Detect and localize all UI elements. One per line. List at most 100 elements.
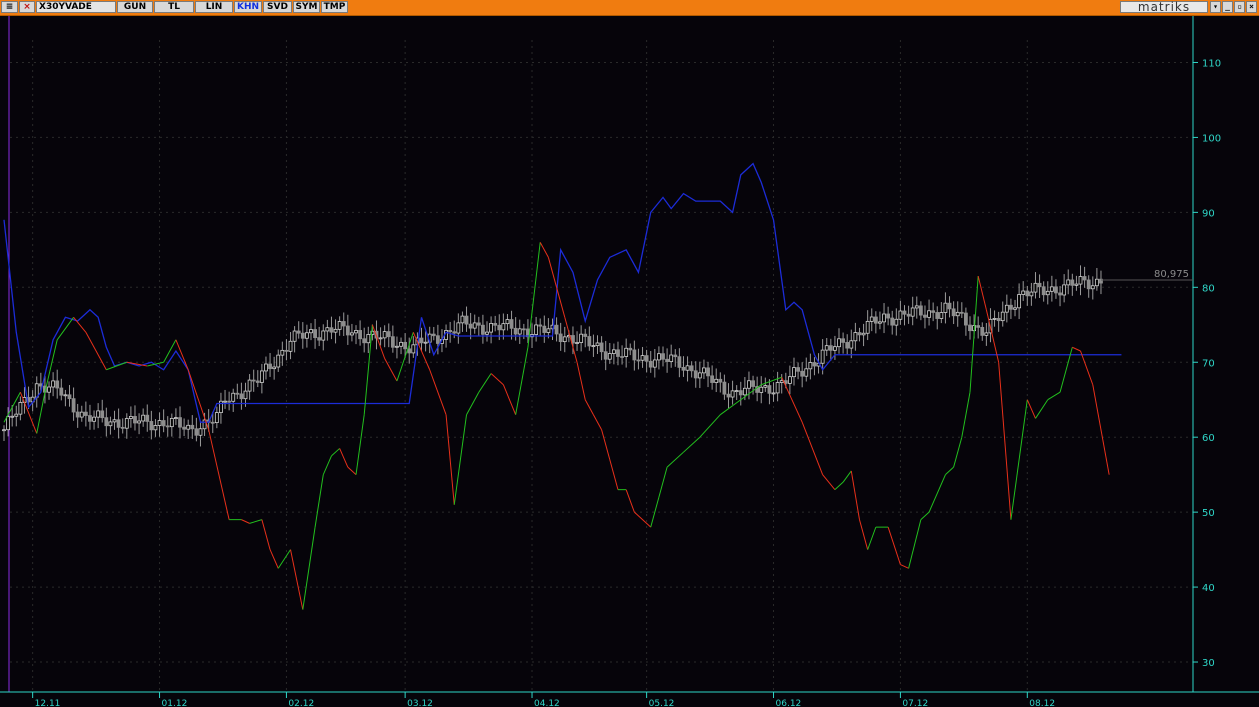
candle-body [918,305,923,316]
candle-body [1082,276,1087,281]
candle-body [1000,311,1005,322]
candle-body [1017,294,1022,309]
candle-body [239,393,244,400]
candle-body [247,379,252,392]
last-value-label: 80,975 [1154,269,1189,280]
candle-body [734,390,739,393]
candle-body [575,342,579,344]
y-tick-label-70: 70 [1202,358,1215,369]
brand-logo: matriks [1120,1,1208,13]
candle-body [546,328,551,333]
candle-body [210,421,215,424]
candle-body [1009,304,1013,310]
button-sym[interactable]: SYM [293,1,320,13]
dropdown-icon[interactable]: ▾ [1210,1,1221,13]
candle-body [857,332,862,336]
y-tick-label-40: 40 [1202,583,1215,594]
candle-body [354,330,358,334]
candle-body [710,375,715,383]
candle-body [476,322,481,326]
close-icon[interactable]: × [1246,1,1257,13]
restore-icon[interactable]: ▫ [1234,1,1245,13]
scale-button-lin[interactable]: LIN [195,1,233,13]
candle-body [599,342,604,353]
candle-body [906,313,911,317]
candle-body [828,345,833,351]
candle-body [657,353,661,361]
price-chart[interactable]: 30 40 50 60 70 80 90 100 110 12.11 01.12 02.12 03.12… [0,16,1259,707]
candle-body [771,392,776,395]
candle-body [853,332,858,342]
candle-body [931,310,936,313]
y-tick-label-80: 80 [1202,283,1215,294]
button-tmp[interactable]: TMP [321,1,348,13]
candle-body [681,366,686,371]
candle-body [1033,282,1038,293]
symbol-label[interactable]: X30YVADE [36,1,116,13]
candle-body [284,349,289,352]
candle-body [849,340,854,349]
candle-body [1013,307,1017,310]
candle-body [235,392,240,395]
candle-body [1041,286,1046,296]
candle-body [71,398,76,413]
candle-body [873,316,878,324]
candle-body [763,385,768,388]
button-svd[interactable]: SVD [263,1,292,13]
candle-body [685,365,690,371]
candle-body [869,316,874,322]
chart-menu-icon[interactable]: ≡ [1,1,18,13]
candle-body [947,302,952,310]
candle-body [620,356,624,358]
candle-body [517,328,522,335]
candle-body [272,366,277,370]
candle-body [472,322,477,329]
currency-button-tl[interactable]: TL [154,1,194,13]
candle-body [2,429,6,432]
candle-body [943,302,948,313]
candle-body [403,341,408,350]
candle-body [18,402,23,415]
period-button-gun[interactable]: GUN [117,1,153,13]
candle-body [1004,304,1009,313]
candle-body [485,331,489,335]
x-tick-label-3: 03.12 [407,699,433,707]
minimize-icon[interactable]: _ [1222,1,1233,13]
candle-body [358,330,363,340]
candle-body [959,311,964,314]
candle-body [1070,279,1075,286]
candle-body [910,307,915,317]
candle-body [83,411,88,416]
x-tick-label-4: 04.12 [534,699,560,707]
close-chart-icon[interactable]: × [19,1,35,13]
candle-body [890,317,895,326]
x-tick-label-8: 08.12 [1029,699,1055,707]
x-tick-label-5: 05.12 [649,699,675,707]
candle-body [976,325,981,328]
candle-body [92,416,96,422]
candle-body [673,354,678,358]
chart-toolbar: ≡ × X30YVADE GUN TL LIN KHN SVD SYM TMP … [0,0,1259,16]
chart-type-button-khn[interactable]: KHN [234,1,262,13]
candle-body [390,336,395,348]
candle-body [124,418,129,429]
candle-body [751,380,755,387]
candle-body [153,425,158,431]
candle-body [268,363,272,370]
candle-body [689,365,694,372]
candle-body [722,381,727,395]
candle-body [231,392,236,402]
candle-body [174,417,178,420]
y-tick-label-110: 110 [1202,58,1221,69]
candle-body [55,380,60,389]
candle-body [759,386,764,393]
candle-body [693,370,698,379]
candle-body [501,323,506,331]
candle-body [317,337,322,341]
candle-body [935,312,940,319]
candle-body [640,355,645,361]
candle-body [337,321,342,330]
candle-body [804,368,809,377]
candle-body [509,319,514,329]
candle-body [14,413,19,417]
